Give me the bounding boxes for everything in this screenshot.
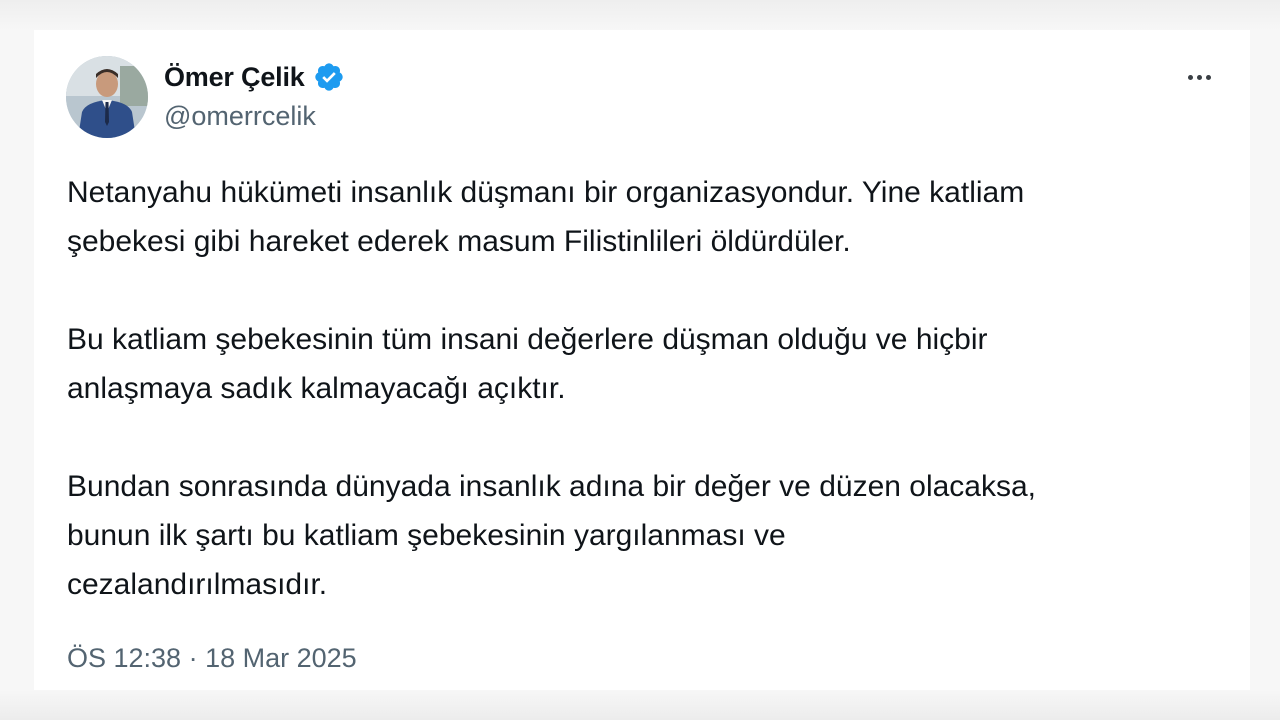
- avatar-photo-icon: [66, 56, 148, 138]
- verified-badge-icon[interactable]: [313, 61, 345, 93]
- more-options-button[interactable]: [1178, 62, 1220, 92]
- tweet-paragraph: Bundan sonrasında dünyada insanlık adına…: [67, 470, 1037, 601]
- author-name-row: Ömer Çelik: [164, 60, 345, 94]
- tweet-paragraph: Bu katliam şebekesinin tüm insani değerl…: [67, 323, 988, 405]
- tweet-text: Netanyahu hükümeti insanlık düşmanı bir …: [67, 168, 1217, 609]
- author-handle[interactable]: @omerrcelik: [164, 101, 316, 132]
- tweet-timestamp[interactable]: ÖS 12:38 · 18 Mar 2025: [67, 640, 357, 676]
- more-dot-icon: [1196, 74, 1202, 80]
- tweet-paragraph: Netanyahu hükümeti insanlık düşmanı bir …: [67, 176, 1025, 258]
- more-dot-icon: [1187, 74, 1193, 80]
- more-dot-icon: [1205, 74, 1211, 80]
- author-avatar[interactable]: [66, 56, 148, 138]
- author-display-name[interactable]: Ömer Çelik: [164, 62, 305, 93]
- screenshot-page: Ömer Çelik @omerrcelik Netanyahu hükümet…: [0, 0, 1280, 720]
